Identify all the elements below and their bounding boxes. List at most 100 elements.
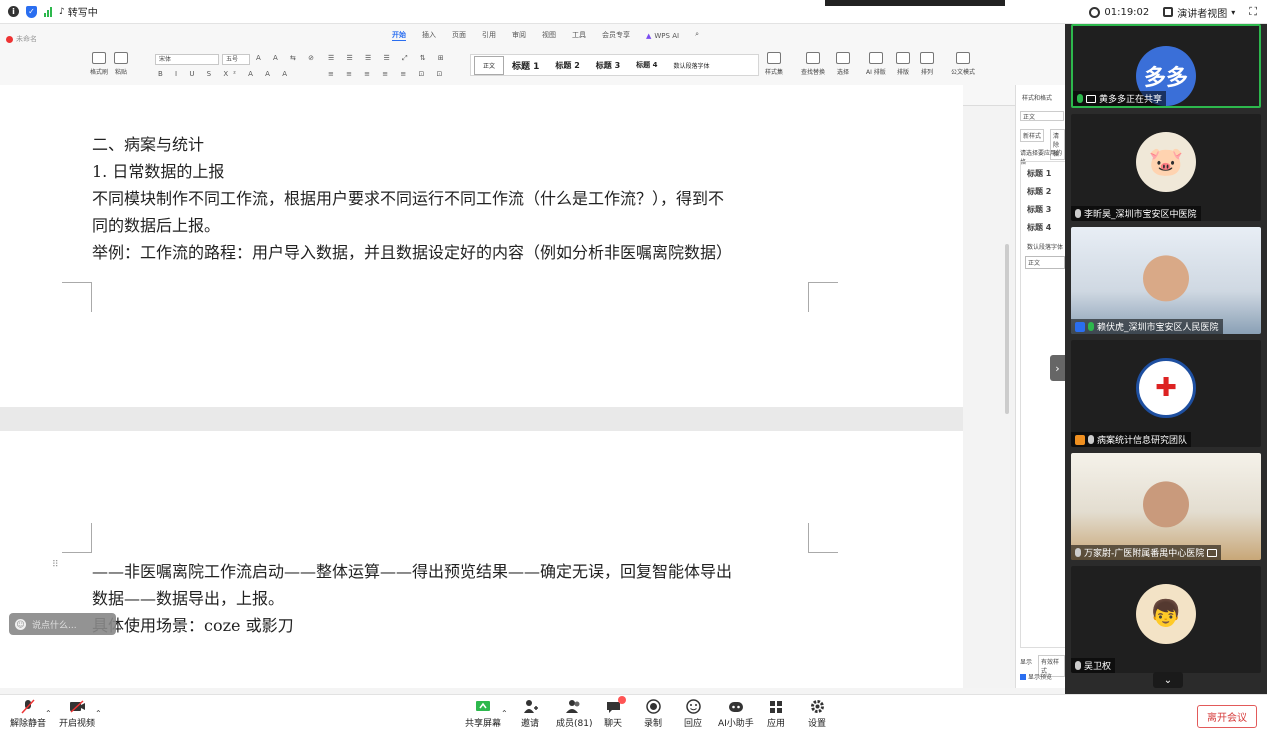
start-video-button[interactable]: 开启视频: [59, 699, 95, 729]
tab-wps-ai[interactable]: ▲ WPS AI: [646, 30, 679, 41]
style-set-button[interactable]: 样式集: [765, 52, 783, 76]
style-list-heading-4[interactable]: 标题 4: [1027, 222, 1051, 233]
settings-button[interactable]: 设置: [808, 699, 826, 729]
font-size-controls[interactable]: A A ⇆ ⊘: [256, 54, 319, 62]
style-heading-4[interactable]: 标题 4: [628, 60, 665, 70]
scroll-down-chevron-icon[interactable]: ⌄: [1153, 672, 1183, 688]
tab-insert[interactable]: 插入: [422, 30, 436, 41]
style-body[interactable]: 正文: [474, 55, 505, 75]
style-set-icon: [767, 52, 781, 64]
reaction-button[interactable]: 回应: [684, 699, 702, 729]
document-scrollbar[interactable]: [1005, 244, 1009, 414]
avatar: [1143, 481, 1189, 528]
members-button[interactable]: 成员(81): [556, 699, 592, 729]
audio-options-caret-icon[interactable]: ⌃: [45, 709, 52, 718]
doc-heading-daily-report: 1. 日常数据的上报: [92, 162, 225, 181]
cursor-icon: [836, 52, 850, 64]
participant-name-bar: 李昕昊_深圳市宝安区中医院: [1071, 206, 1201, 221]
participant-name-bar: 吴卫权: [1071, 658, 1116, 673]
video-options-caret-icon[interactable]: ⌃: [95, 709, 102, 718]
style-list-heading-3[interactable]: 标题 3: [1027, 204, 1051, 215]
doc-paragraph: ——非医嘱离院工作流启动——整体运算——得出预览结果——确定无误，回复智能体导出: [92, 562, 733, 581]
unmute-button[interactable]: 解除静音: [10, 699, 46, 729]
participant-tile[interactable]: 多多 黄多多正在共享: [1071, 24, 1261, 108]
ai-layout-button[interactable]: AI 排版: [866, 52, 886, 76]
record-button[interactable]: 录制: [644, 699, 662, 729]
info-icon[interactable]: i: [8, 6, 19, 17]
list-buttons[interactable]: ☰ ☰ ☰ ☰ ⤢ ⇅ ⊞: [328, 54, 449, 63]
transcription-status[interactable]: ♪ 转写中: [59, 4, 98, 20]
fullscreen-icon[interactable]: ⛶: [1249, 5, 1257, 19]
participant-tile[interactable]: ✚ 病案统计信息研究团队: [1071, 340, 1261, 447]
mic-muted-icon: [1075, 209, 1081, 218]
security-shield-icon[interactable]: ✓: [26, 5, 37, 18]
invite-button[interactable]: 邀请: [521, 699, 539, 729]
tab-home[interactable]: 开始: [392, 30, 406, 41]
tab-review[interactable]: 审阅: [512, 30, 526, 41]
font-format-buttons[interactable]: B I U S X² A A A: [158, 70, 292, 78]
participant-list[interactable]: 多多 黄多多正在共享 🐷 李昕昊_深圳市宝安区中医院 赖伏虎_深圳市宝安区人民医…: [1065, 24, 1267, 694]
share-screen-icon: [475, 699, 492, 714]
style-default-font[interactable]: 数认段落字体: [665, 61, 717, 70]
align-buttons[interactable]: ≡ ≡ ≡ ≡ ≡ ⊡ ⊡: [328, 70, 447, 78]
style-list-body[interactable]: 正文: [1025, 256, 1065, 269]
find-replace-button[interactable]: 查找替换: [801, 52, 825, 76]
doc-mode-button[interactable]: 公文模式: [951, 52, 975, 76]
view-mode-dropdown[interactable]: 演讲者视图 ▾: [1163, 5, 1235, 20]
page-crop-mark: [808, 282, 838, 312]
font-size-select[interactable]: 五号: [222, 54, 250, 65]
leave-meeting-button[interactable]: 离开会议: [1197, 705, 1257, 728]
reaction-icon: [685, 699, 702, 714]
search-icon[interactable]: ⌕: [695, 30, 699, 41]
share-options-caret-icon[interactable]: ⌃: [501, 709, 508, 718]
style-heading-1[interactable]: 标题 1: [504, 59, 547, 72]
style-heading-3[interactable]: 标题 3: [588, 60, 628, 71]
document-page-1[interactable]: 二、病案与统计 1. 日常数据的上报 不同模块制作不同工作流，根据用户要求不同运…: [0, 85, 963, 407]
paste-button[interactable]: 粘贴: [114, 52, 128, 76]
doc-paragraph: 数据——数据导出，上报。: [92, 589, 285, 608]
chat-bubble-icon: [605, 696, 626, 714]
style-list-heading-2[interactable]: 标题 2: [1027, 186, 1051, 197]
style-heading-2[interactable]: 标题 2: [547, 60, 587, 71]
emoji-icon[interactable]: ☺: [15, 618, 26, 630]
current-style-field[interactable]: 正文: [1020, 111, 1064, 121]
panel-expand-chevron-icon[interactable]: ›: [1050, 355, 1065, 381]
participant-tile[interactable]: 🐷 李昕昊_深圳市宝安区中医院: [1071, 114, 1261, 221]
doc-paragraph: 不同模块制作不同工作流，根据用户要求不同运行不同工作流（什么是工作流？），得到不: [92, 189, 725, 208]
style-list-default[interactable]: 数认段落字体: [1027, 242, 1063, 251]
participant-tile[interactable]: 赖伏虎_深圳市宝安区人民医院: [1071, 227, 1261, 334]
layout-button[interactable]: 排版: [896, 52, 910, 76]
share-screen-button[interactable]: 共享屏幕: [465, 699, 501, 729]
live-comment-input[interactable]: ☺ 说点什么...: [9, 613, 116, 635]
apps-grid-icon: [768, 699, 785, 714]
tab-view[interactable]: 视图: [542, 30, 556, 41]
style-list-heading-1[interactable]: 标题 1: [1027, 168, 1051, 179]
meeting-timer: 01:19:02: [1089, 6, 1149, 18]
avatar: 🐷: [1136, 131, 1196, 192]
format-painter-button[interactable]: 格式刷: [90, 52, 108, 76]
avatar: ✚: [1136, 357, 1196, 418]
tab-member[interactable]: 会员专享: [602, 30, 630, 41]
cohost-icon: [1075, 434, 1085, 445]
avatar: 👦: [1136, 583, 1196, 644]
document-page-2[interactable]: ——非医嘱离院工作流启动——整体运算——得出预览结果——确定无误，回复智能体导出…: [0, 431, 963, 694]
tab-page[interactable]: 页面: [452, 30, 466, 41]
document-canvas[interactable]: 二、病案与统计 1. 日常数据的上报 不同模块制作不同工作流，根据用户要求不同运…: [0, 85, 963, 694]
signal-icon[interactable]: [44, 6, 52, 17]
preview-checkbox[interactable]: 显示预览: [1020, 672, 1052, 681]
doc-heading-section-2: 二、病案与统计: [92, 135, 205, 154]
chat-button[interactable]: 聊天: [604, 696, 626, 729]
ai-assistant-button[interactable]: AI小助手: [718, 699, 754, 729]
users-icon: [566, 699, 583, 714]
paragraph-drag-handle-icon[interactable]: ⠿: [52, 560, 59, 570]
arrange-button[interactable]: 排列: [920, 52, 934, 76]
font-name-select[interactable]: 宋体: [155, 54, 219, 65]
new-style-button[interactable]: 新样式: [1020, 129, 1045, 142]
tab-tools[interactable]: 工具: [572, 30, 586, 41]
document-icon: [956, 52, 970, 64]
tab-references[interactable]: 引用: [482, 30, 496, 41]
participant-tile[interactable]: 万家尉-广医附属番禺中心医院: [1071, 453, 1261, 560]
select-button[interactable]: 选择: [836, 52, 850, 76]
participant-tile[interactable]: 👦 吴卫权: [1071, 566, 1261, 673]
apps-button[interactable]: 应用: [767, 699, 785, 729]
